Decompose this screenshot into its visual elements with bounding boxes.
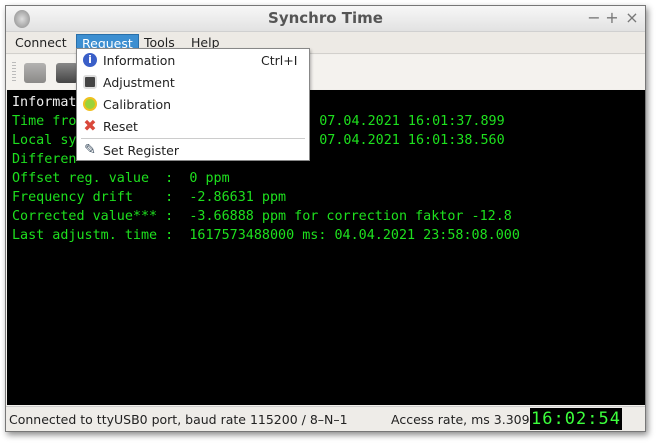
menu-item-reset[interactable]: ✖ Reset [77, 116, 309, 137]
terminal-line: Corrected value*** : -3.66888 ppm for co… [12, 209, 512, 224]
maximize-button[interactable]: + [604, 8, 620, 27]
title-bar: Synchro Time − + × [6, 6, 645, 32]
request-dropdown-menu: i Information Ctrl+I Adjustment Calibrat… [76, 48, 310, 161]
notepad-pen-icon: ✎ [84, 142, 96, 158]
shortcut: Ctrl+I [261, 53, 298, 68]
terminal-line: Local sy [12, 133, 77, 148]
status-bar: Connected to ttyUSB0 port, baud rate 115… [6, 406, 645, 431]
menu-item-set-register[interactable]: ✎ Set Register [77, 140, 309, 161]
menu-connect[interactable]: Connect [10, 34, 72, 53]
terminal-line: Offset reg. value : 0 ppm [12, 171, 230, 186]
menu-item-adjustment[interactable]: Adjustment [77, 72, 309, 93]
connect-plug-icon[interactable] [24, 63, 46, 83]
menu-item-information[interactable]: i Information Ctrl+I [77, 50, 309, 71]
terminal-line-right: ms: 07.04.2021 16:01:37.899 [287, 114, 505, 129]
terminal-line: Informat [12, 95, 77, 110]
digital-clock: 16:02:54 [530, 408, 622, 430]
terminal-line-right: ms: 07.04.2021 16:01:38.560 [287, 133, 505, 148]
toolbar-grip[interactable] [12, 62, 16, 82]
terminal-line: Differen [12, 152, 77, 167]
stopwatch-icon [83, 97, 97, 111]
access-rate: Access rate, ms 3.309 [391, 412, 530, 427]
menu-separator [81, 138, 305, 139]
gauge-icon [83, 75, 97, 89]
info-icon: i [83, 53, 97, 67]
menu-item-calibration[interactable]: Calibration [77, 94, 309, 115]
terminal-line: Frequency drift : -2.86631 ppm [12, 190, 287, 205]
minimize-button[interactable]: − [586, 8, 602, 27]
terminal-line: Last adjustm. time : 1617573488000 ms: 0… [12, 228, 520, 243]
window-title: Synchro Time [268, 9, 383, 27]
disconnect-plug-icon[interactable] [56, 63, 78, 83]
terminal-line: Time fro [12, 114, 77, 129]
connection-status: Connected to ttyUSB0 port, baud rate 115… [9, 412, 348, 427]
close-button[interactable]: × [624, 8, 640, 27]
red-x-icon: ✖ [83, 116, 97, 135]
